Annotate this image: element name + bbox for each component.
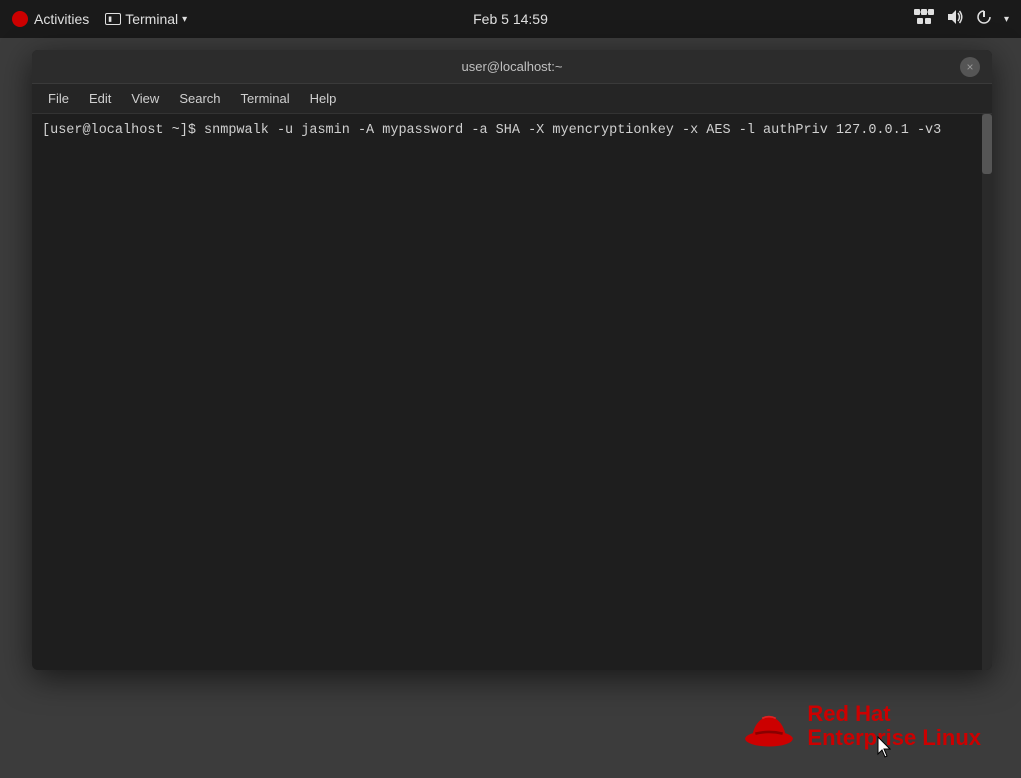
activities-button[interactable]: Activities [12, 11, 89, 27]
terminal-scrollbar-thumb[interactable] [982, 114, 992, 174]
volume-icon[interactable] [946, 9, 964, 30]
system-bar-left: Activities ▮ Terminal ▾ [12, 7, 195, 31]
terminal-taskbar-icon: ▮ [105, 13, 121, 25]
redhat-text: Red Hat Enterprise Linux [807, 702, 981, 750]
menu-search[interactable]: Search [171, 88, 228, 109]
network-icon[interactable] [914, 9, 934, 30]
terminal-prompt-line: [user@localhost ~]$ snmpwalk -u jasmin -… [42, 122, 982, 141]
mouse-cursor [877, 736, 891, 763]
activities-label: Activities [34, 11, 89, 27]
redhat-logo: Red Hat Enterprise Linux [743, 702, 981, 750]
terminal-content[interactable]: [user@localhost ~]$ snmpwalk -u jasmin -… [32, 114, 992, 149]
redhat-brand-line1: Red Hat [807, 702, 981, 726]
terminal-taskbar-label: Terminal [125, 11, 178, 27]
terminal-menu-bar: File Edit View Search Terminal Help [32, 84, 992, 114]
redhat-brand-line2: Enterprise Linux [807, 726, 981, 750]
terminal-scrollbar[interactable] [982, 114, 992, 670]
desktop: user@localhost:~ × File Edit View Search… [0, 38, 1021, 778]
terminal-title: user@localhost:~ [462, 59, 563, 74]
terminal-taskbar-button[interactable]: ▮ Terminal ▾ [97, 7, 195, 31]
terminal-window: user@localhost:~ × File Edit View Search… [32, 50, 992, 670]
menu-view[interactable]: View [123, 88, 167, 109]
terminal-title-bar: user@localhost:~ × [32, 50, 992, 84]
redhat-dot-icon [12, 11, 28, 27]
menu-file[interactable]: File [40, 88, 77, 109]
terminal-body: [user@localhost ~]$ snmpwalk -u jasmin -… [32, 114, 992, 670]
system-datetime: Feb 5 14:59 [473, 11, 548, 27]
menu-help[interactable]: Help [302, 88, 345, 109]
close-button[interactable]: × [960, 57, 980, 77]
system-menu-arrow[interactable]: ▾ [1004, 14, 1009, 25]
system-bar: Activities ▮ Terminal ▾ Feb 5 14:59 [0, 0, 1021, 38]
redhat-hat-icon [743, 703, 795, 749]
power-icon[interactable] [976, 9, 992, 30]
menu-terminal[interactable]: Terminal [233, 88, 298, 109]
terminal-dropdown-arrow: ▾ [182, 14, 187, 25]
system-bar-right: ▾ [914, 9, 1009, 30]
menu-edit[interactable]: Edit [81, 88, 119, 109]
